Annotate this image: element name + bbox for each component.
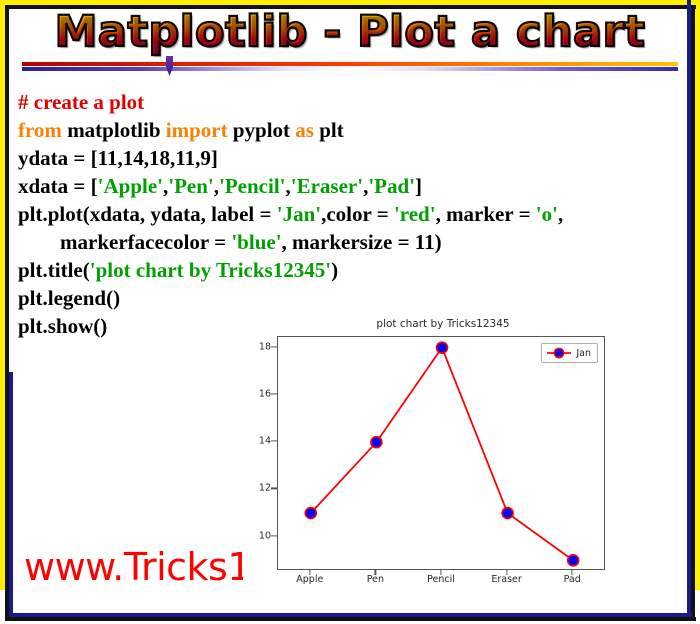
code-token: plt.show() bbox=[18, 314, 108, 338]
code-token: 'Pen' bbox=[168, 174, 214, 198]
code-token: 'Jan' bbox=[276, 202, 322, 226]
code-line: plt.title('plot chart by Tricks12345') bbox=[18, 256, 688, 284]
code-token: matplotlib bbox=[61, 118, 166, 142]
code-line: ydata = [11,14,18,11,9] bbox=[18, 144, 688, 172]
chart-series-svg bbox=[304, 341, 580, 567]
code-token: plt.title( bbox=[18, 258, 90, 282]
code-token: 'Eraser' bbox=[290, 174, 364, 198]
code-token: ] bbox=[415, 174, 422, 198]
code-token: pyplot bbox=[227, 118, 296, 142]
code-token: from bbox=[18, 118, 62, 142]
code-token: 'Pencil' bbox=[219, 174, 286, 198]
code-token: as bbox=[295, 118, 314, 142]
border-right-yellow bbox=[695, 0, 700, 590]
code-line: from matplotlib import pyplot as plt bbox=[18, 116, 688, 144]
code-token: , bbox=[557, 202, 564, 226]
code-token: 'blue' bbox=[231, 230, 282, 254]
code-token: , marker = bbox=[435, 202, 536, 226]
title-rule-marker-icon bbox=[166, 56, 173, 76]
code-token: plt bbox=[313, 118, 344, 142]
series-line-jan bbox=[310, 345, 574, 562]
series-markers-jan bbox=[304, 341, 580, 567]
data-point bbox=[435, 341, 449, 354]
code-line: markerfacecolor = 'blue', markersize = 1… bbox=[18, 228, 688, 256]
y-axis-tick-label: 16 bbox=[258, 388, 271, 400]
slide-canvas: Matplotlib - Plot a chart # create a plo… bbox=[0, 0, 700, 624]
y-axis-tick-label: 18 bbox=[258, 341, 271, 353]
border-navy-left bbox=[9, 372, 13, 617]
code-token: plt.plot(xdata, ydata, label = bbox=[18, 202, 277, 226]
code-token: # create a plot bbox=[18, 90, 145, 114]
border-bottom-black bbox=[5, 617, 696, 621]
code-token: 'Pad' bbox=[368, 174, 415, 198]
code-line: xdata = ['Apple','Pen','Pencil','Eraser'… bbox=[18, 172, 688, 200]
chart-title: plot chart by Tricks12345 bbox=[376, 318, 510, 330]
code-token: 'plot chart by Tricks12345' bbox=[89, 258, 332, 282]
code-line: plt.legend() bbox=[18, 284, 688, 312]
code-line: plt.plot(xdata, ydata, label = 'Jan',col… bbox=[18, 200, 688, 228]
code-token: 'o' bbox=[535, 202, 558, 226]
chart-legend[interactable]: Jan bbox=[541, 343, 598, 363]
chart-plot-area: Jan bbox=[277, 336, 605, 570]
page-title: Matplotlib - Plot a chart bbox=[54, 6, 646, 58]
code-token: , markersize = 11) bbox=[281, 230, 442, 254]
data-point bbox=[304, 506, 318, 520]
code-token: ) bbox=[331, 258, 339, 282]
code-token: ,color = bbox=[321, 202, 394, 226]
code-line: # create a plot bbox=[18, 88, 688, 116]
y-axis-tick-label: 14 bbox=[258, 435, 271, 447]
data-point bbox=[501, 506, 514, 520]
code-block: # create a plot from matplotlib import py… bbox=[18, 88, 688, 340]
slide-title-area: Matplotlib - Plot a chart bbox=[0, 6, 700, 58]
legend-marker-icon bbox=[547, 347, 572, 359]
border-navy-bottom bbox=[9, 613, 692, 617]
border-right-black bbox=[691, 5, 695, 617]
y-axis-tick-label: 10 bbox=[258, 530, 271, 542]
code-token: import bbox=[165, 118, 228, 142]
code-token: plt.legend() bbox=[18, 286, 121, 310]
border-top-black bbox=[5, 5, 696, 9]
title-rule-purple bbox=[22, 67, 678, 71]
matplotlib-figure: plot chart by Tricks12345 10 12 14 16 18 App… bbox=[243, 316, 643, 604]
data-point bbox=[566, 554, 580, 567]
code-token: ydata = [11,14,18,11,9] bbox=[18, 146, 218, 170]
code-token: 'red' bbox=[393, 202, 436, 226]
code-token: 'Apple' bbox=[97, 174, 163, 198]
x-axis-tick-label: Pad bbox=[563, 574, 581, 585]
title-rule-warm bbox=[22, 62, 678, 66]
data-point bbox=[370, 435, 383, 449]
code-token: markerfacecolor = bbox=[18, 230, 232, 254]
y-axis-tick-label: 12 bbox=[258, 482, 271, 494]
code-token: xdata = [ bbox=[18, 174, 98, 198]
legend-label-jan: Jan bbox=[576, 347, 591, 359]
